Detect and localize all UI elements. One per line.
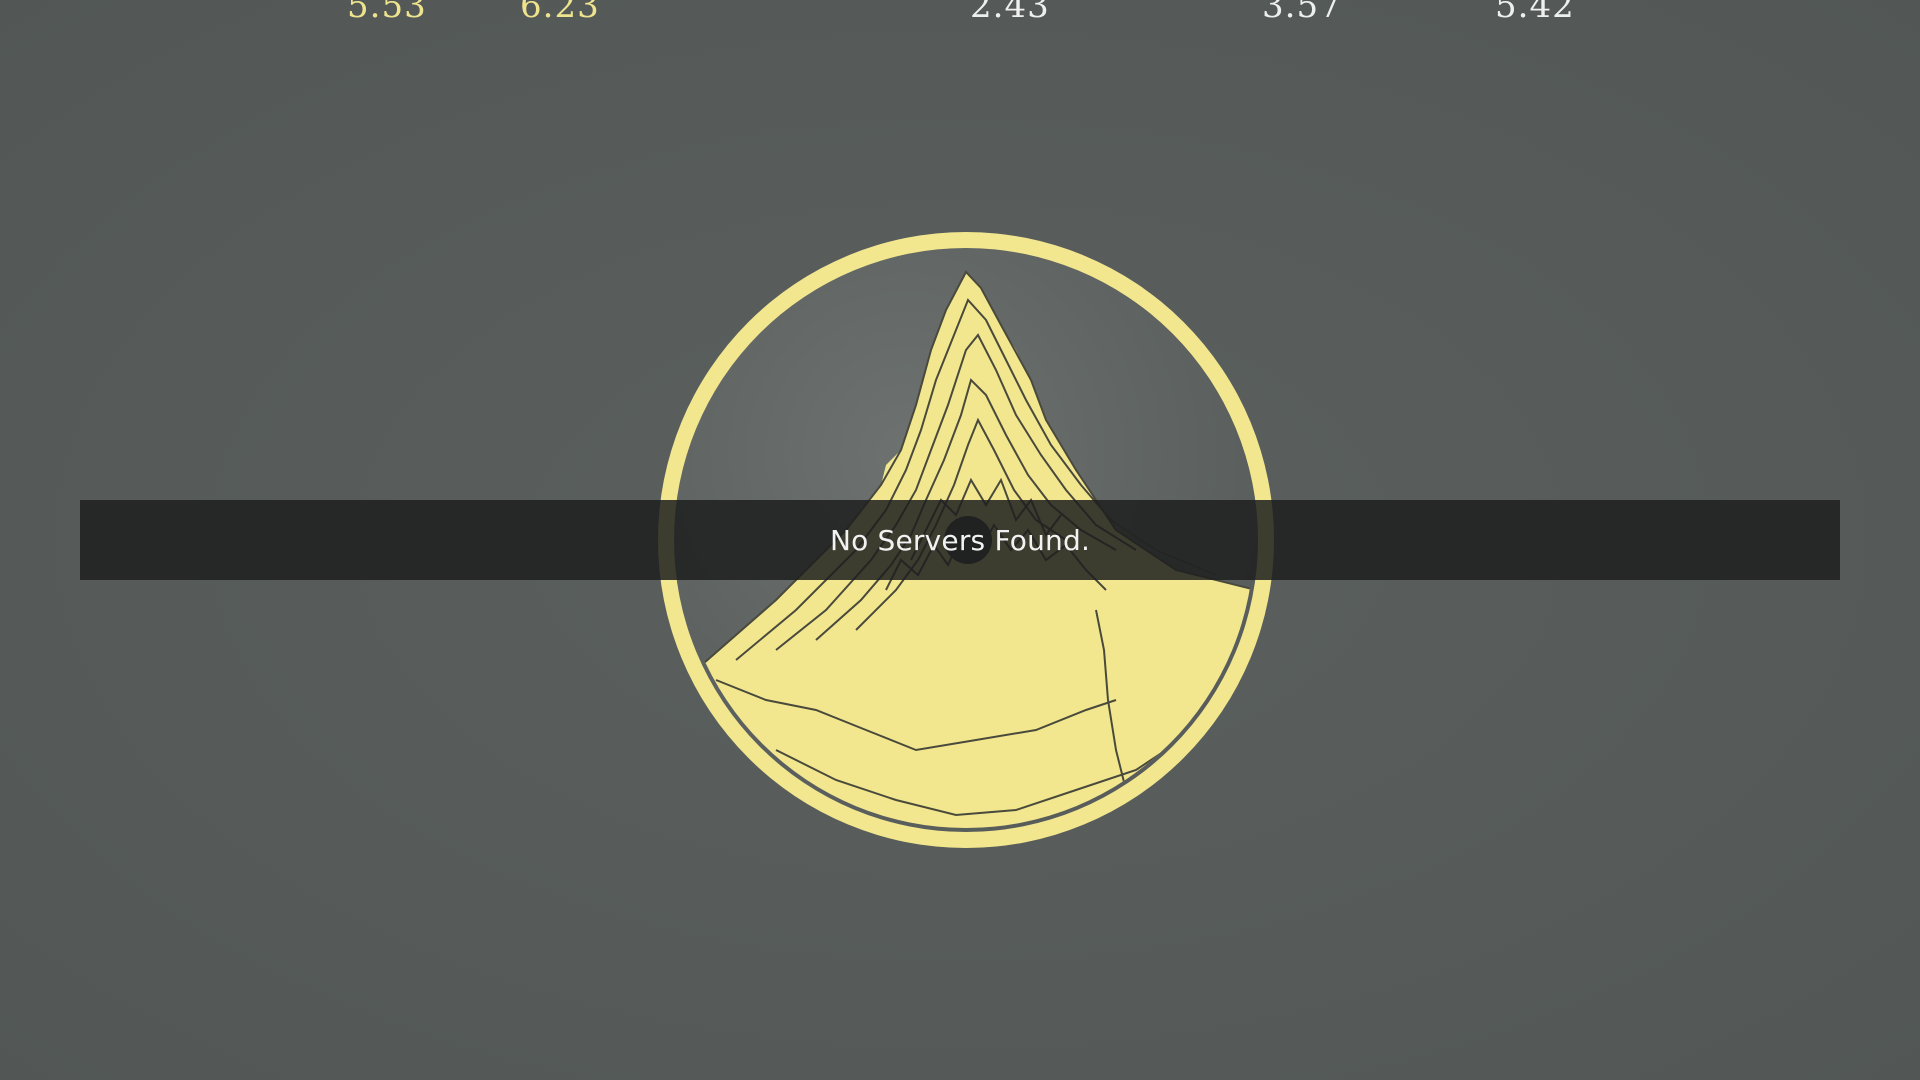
track-duration-3: 2.43 [970, 0, 1050, 26]
track-duration-4: 3.57 [1262, 0, 1342, 26]
media-background: 5.53 6.23 2.43 3.57 5.42 No Servers Foun… [0, 0, 1920, 1080]
track-durations-row: 5.53 6.23 2.43 3.57 5.42 [0, 0, 1920, 26]
notification-bar: No Servers Found. [80, 500, 1840, 580]
track-duration-1: 5.53 [347, 0, 427, 26]
track-duration-5: 5.42 [1495, 0, 1575, 26]
track-duration-2: 6.23 [520, 0, 600, 26]
no-servers-message: No Servers Found. [829, 523, 1091, 557]
